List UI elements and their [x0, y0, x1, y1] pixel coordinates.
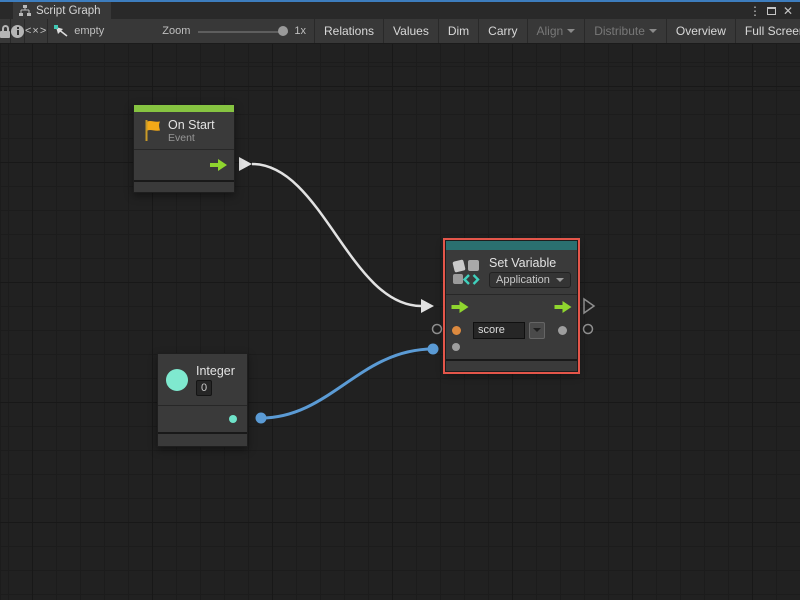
- unconnected-value-output-port[interactable]: [584, 325, 593, 334]
- toolbar-button-carry[interactable]: Carry: [479, 19, 527, 43]
- toolbar-button-relations[interactable]: Relations: [315, 19, 384, 43]
- graph-canvas[interactable]: On Start Event: [0, 44, 800, 600]
- button-label: Values: [393, 24, 429, 38]
- tab-title: Script Graph: [36, 5, 101, 17]
- flow-port-row: [446, 295, 577, 319]
- button-label: Dim: [448, 24, 469, 38]
- node-integer[interactable]: Integer 0: [157, 353, 248, 447]
- integer-output-port[interactable]: [229, 415, 237, 423]
- inspect-button[interactable]: [11, 19, 25, 43]
- flow-wire: [252, 164, 421, 306]
- node-footer: [446, 361, 577, 371]
- scope-value: Application: [496, 274, 550, 286]
- chevron-down-icon: [567, 29, 575, 33]
- maximize-icon[interactable]: [767, 7, 776, 15]
- value-input-port[interactable]: [452, 343, 460, 351]
- integer-port-row: [158, 406, 247, 432]
- zoom-slider[interactable]: [198, 26, 288, 37]
- code-view-icon: <×>: [25, 25, 47, 37]
- graph-status-label: empty: [74, 25, 104, 37]
- connection-layer: [0, 44, 800, 600]
- integer-header: Integer 0: [158, 354, 247, 405]
- toolbar-button-values[interactable]: Values: [384, 19, 439, 43]
- flow-input-port-icon[interactable]: [451, 301, 469, 313]
- node-set-variable[interactable]: Set Variable Application: [445, 240, 578, 372]
- flow-output-port-icon[interactable]: [554, 301, 572, 313]
- node-on-start[interactable]: On Start Event: [133, 104, 235, 193]
- code-view-button[interactable]: <×>: [25, 19, 48, 43]
- graph-toolbar: <×> empty Zoom 1x Relations Values Dim C…: [0, 19, 800, 44]
- zoom-label: Zoom: [162, 25, 190, 37]
- toolbar-button-align[interactable]: Align: [528, 19, 586, 43]
- window-menu-icon[interactable]: ⋮: [749, 5, 761, 17]
- lock-button[interactable]: [0, 19, 11, 43]
- variable-color-bar: [446, 241, 577, 250]
- value-output-port[interactable]: [558, 326, 567, 335]
- unconnected-flow-output-port[interactable]: [584, 299, 594, 313]
- flow-wire-end-arrow: [421, 299, 434, 313]
- flag-icon: [143, 119, 161, 142]
- value-wire-start-dot: [256, 413, 267, 424]
- variables-icon: [452, 258, 482, 286]
- flow-output-port-icon[interactable]: [210, 159, 227, 171]
- button-label: Relations: [324, 24, 374, 38]
- zoom-slider-track[interactable]: [198, 31, 288, 33]
- node-subtitle: Event: [168, 132, 215, 144]
- value-input-row: [446, 341, 577, 359]
- tab-script-graph[interactable]: Script Graph: [13, 2, 111, 19]
- variable-name-port[interactable]: [452, 326, 461, 335]
- value-wire: [261, 349, 433, 418]
- chevron-down-icon: [649, 29, 657, 33]
- hierarchy-icon: [19, 5, 31, 16]
- zoom-slider-knob[interactable]: [278, 26, 288, 36]
- button-label: Full Screen: [745, 24, 800, 38]
- button-label: Align: [537, 24, 564, 38]
- lock-icon: [0, 25, 10, 38]
- button-label: Overview: [676, 24, 726, 38]
- integer-icon: [166, 369, 188, 391]
- script-graph-window: Script Graph ⋮ ✕ <×> empty Zoom: [0, 0, 800, 600]
- zoom-value: 1x: [294, 25, 306, 37]
- chevron-down-icon: [556, 278, 564, 282]
- node-title: On Start: [168, 118, 215, 132]
- info-icon: [11, 25, 24, 38]
- window-controls: ⋮ ✕: [749, 2, 800, 19]
- toolbar-button-overview[interactable]: Overview: [667, 19, 736, 43]
- integer-value-field[interactable]: 0: [196, 380, 212, 396]
- variable-name-row: [446, 319, 577, 341]
- toolbar-button-dim[interactable]: Dim: [439, 19, 479, 43]
- node-footer: [134, 182, 234, 192]
- flow-wire-start-arrow: [239, 157, 252, 171]
- close-icon[interactable]: ✕: [782, 5, 794, 17]
- node-title: Integer: [196, 364, 235, 378]
- on-start-header: On Start Event: [134, 112, 234, 149]
- variable-picker-button[interactable]: [529, 322, 545, 339]
- button-label: Carry: [488, 24, 517, 38]
- unconnected-input-port[interactable]: [433, 325, 442, 334]
- set-variable-header: Set Variable Application: [446, 250, 577, 294]
- zoom-area: empty Zoom 1x: [48, 19, 315, 43]
- node-title: Set Variable: [489, 256, 571, 270]
- chevron-down-icon: [533, 328, 541, 332]
- button-label: Distribute: [594, 24, 645, 38]
- on-start-port-row: [134, 150, 234, 180]
- variable-name-input[interactable]: [473, 322, 525, 339]
- variable-scope-dropdown[interactable]: Application: [489, 272, 571, 288]
- tab-bar: Script Graph ⋮ ✕: [0, 2, 800, 19]
- graph-pointer-icon: [54, 25, 69, 38]
- value-wire-end-dot: [428, 344, 439, 355]
- event-color-bar: [134, 105, 234, 112]
- node-footer: [158, 434, 247, 446]
- toolbar-button-distribute[interactable]: Distribute: [585, 19, 667, 43]
- toolbar-button-fullscreen[interactable]: Full Screen: [736, 19, 800, 43]
